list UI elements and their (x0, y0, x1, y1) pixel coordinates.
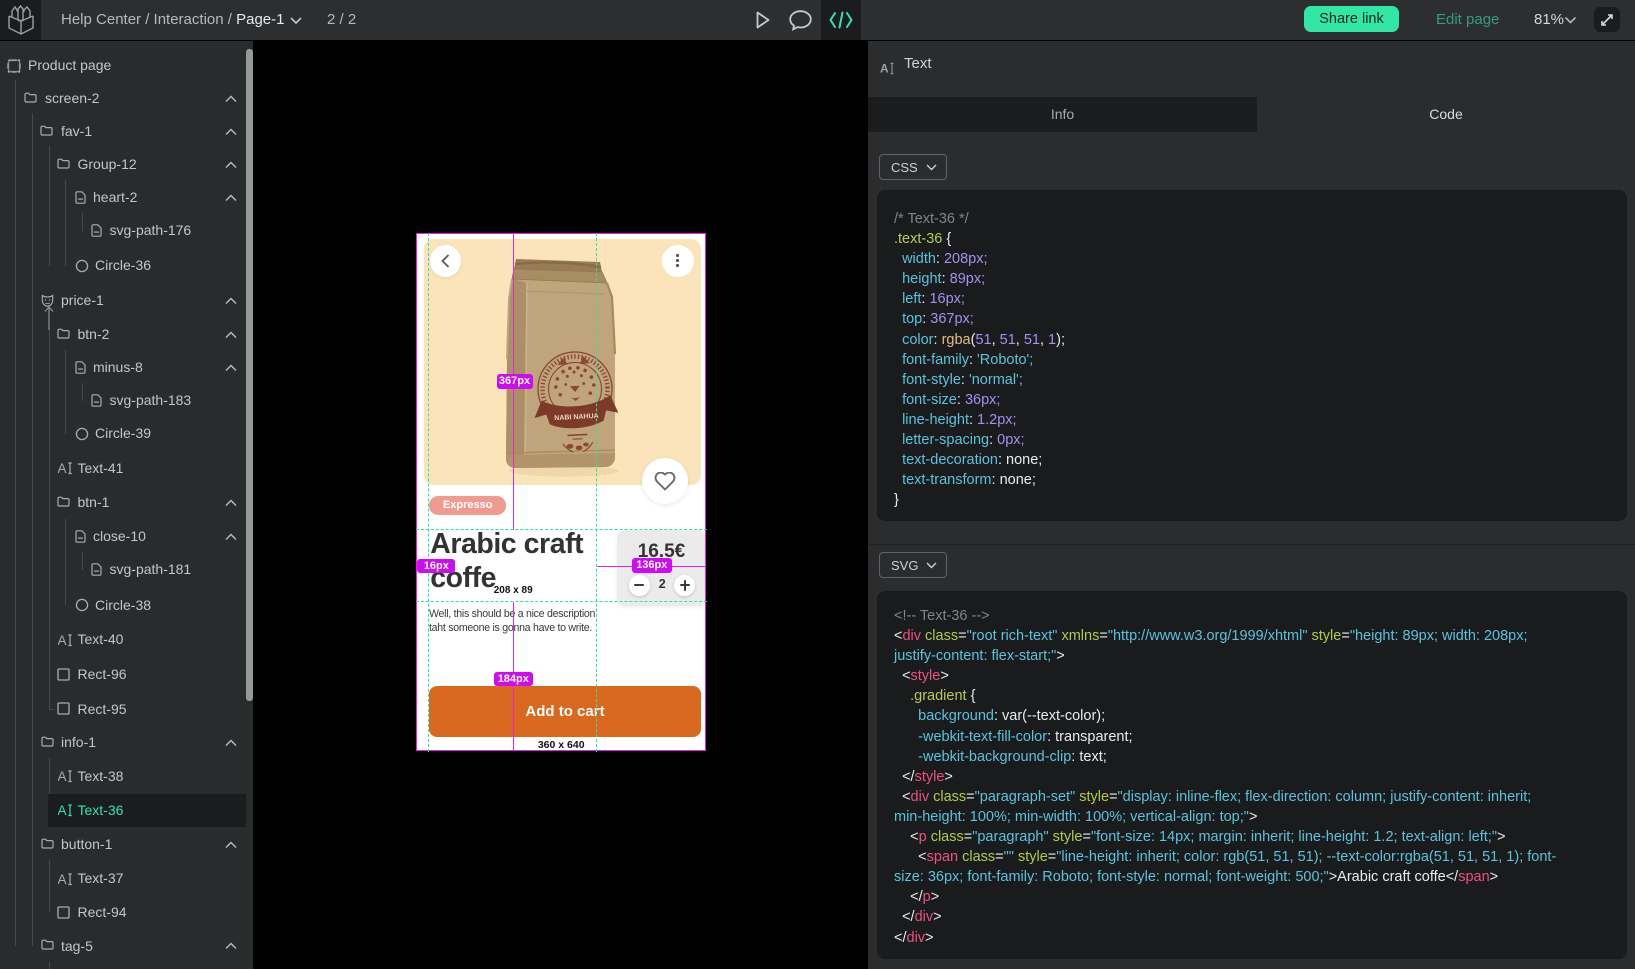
svg-text:A: A (58, 633, 67, 647)
svg-text:A: A (58, 769, 67, 783)
svg-text:A: A (58, 461, 67, 475)
svg-text:A: A (58, 872, 67, 886)
svg-text:A: A (880, 61, 889, 75)
svg-text:A: A (58, 803, 67, 817)
